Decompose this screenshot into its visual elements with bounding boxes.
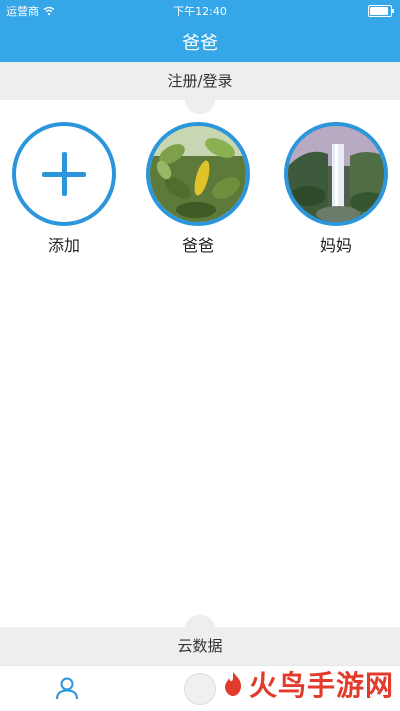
flame-logo-icon — [224, 672, 241, 696]
page-title: 爸爸 — [182, 33, 218, 54]
profile-label: 妈妈 — [319, 236, 352, 255]
plus-icon-vertical — [62, 152, 67, 196]
battery-icon — [368, 5, 394, 17]
add-profile-button[interactable]: 添加 — [12, 122, 116, 256]
login-bar[interactable]: 注册/登录 — [0, 62, 400, 100]
profile-mom[interactable]: 妈妈 — [284, 122, 388, 256]
login-bar-label: 注册/登录 — [167, 72, 233, 90]
status-bar: 运营商 下午12:40 — [0, 0, 400, 20]
user-icon[interactable] — [54, 675, 80, 701]
toggle-icon[interactable] — [184, 673, 216, 705]
battery-fill — [370, 7, 388, 15]
profile-label: 添加 — [47, 236, 80, 255]
profile-avatar-mom[interactable] — [284, 122, 388, 226]
profile-avatar-dad[interactable] — [146, 122, 250, 226]
watermark-text: 火鸟手游网 — [248, 669, 394, 702]
waterfall-photo — [288, 126, 384, 222]
profile-dad[interactable]: 爸爸 — [146, 122, 250, 256]
cloud-data-bar[interactable]: 云数据 — [0, 627, 400, 665]
app-header: 运营商 下午12:40 爸爸 — [0, 0, 400, 62]
profile-label: 爸爸 — [181, 236, 214, 255]
add-circle[interactable] — [12, 122, 116, 226]
leaves-photo — [150, 126, 246, 222]
cloud-data-label: 云数据 — [177, 637, 223, 655]
login-bar-tab — [185, 100, 215, 114]
watermark: 火鸟手游网 — [221, 664, 394, 704]
status-time: 下午12:40 — [173, 5, 227, 18]
